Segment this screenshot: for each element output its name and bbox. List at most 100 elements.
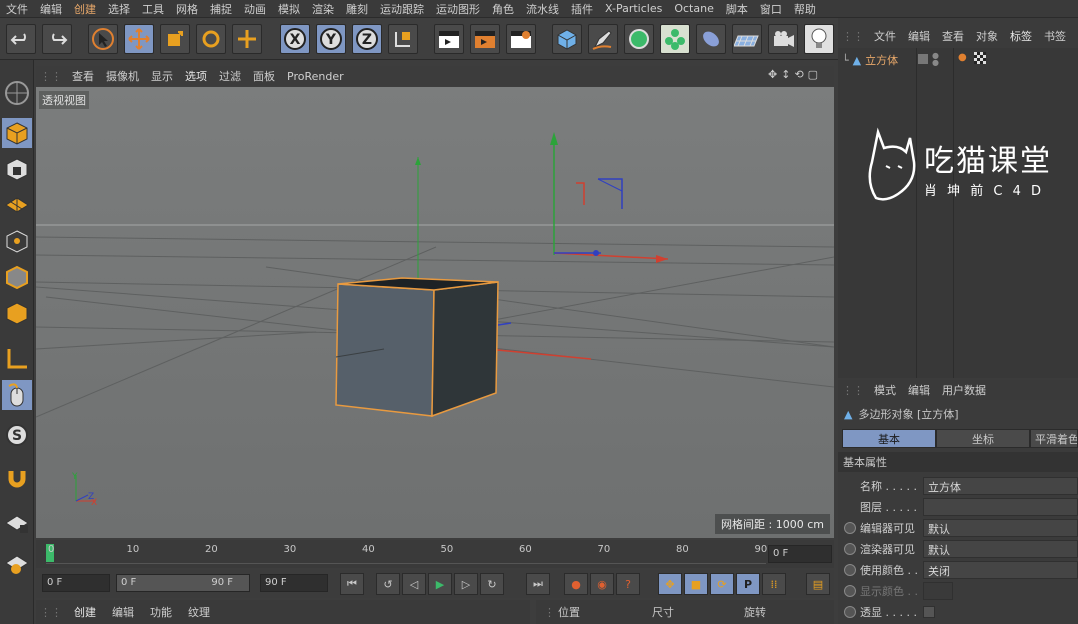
- animate-radio[interactable]: [844, 564, 856, 576]
- transform-tool-button[interactable]: [232, 24, 262, 54]
- deformer-button[interactable]: [696, 24, 726, 54]
- object-menu-item[interactable]: 编辑: [902, 28, 936, 44]
- next-frame-button[interactable]: ▷: [454, 573, 478, 595]
- object-menu-item[interactable]: 文件: [868, 28, 902, 44]
- cube-object-button[interactable]: [552, 24, 582, 54]
- menu-item[interactable]: 运动跟踪: [374, 1, 430, 17]
- animate-radio[interactable]: [844, 522, 856, 534]
- attribute-menu-item[interactable]: 用户数据: [936, 382, 992, 398]
- menu-item[interactable]: 工具: [136, 1, 170, 17]
- rotate-tool-button[interactable]: [196, 24, 226, 54]
- viewport-menu-item[interactable]: 摄像机: [100, 68, 145, 84]
- viewport-menu-item[interactable]: ProRender: [281, 70, 350, 83]
- attribute-menu-item[interactable]: 模式: [868, 382, 902, 398]
- menu-item[interactable]: 捕捉: [204, 1, 238, 17]
- render-region-button[interactable]: [470, 24, 500, 54]
- dolly-icon[interactable]: ↕: [781, 68, 790, 81]
- record-button[interactable]: ●: [564, 573, 588, 595]
- tab-coordinates[interactable]: 坐标: [936, 429, 1030, 448]
- object-menu-item[interactable]: 书签: [1038, 28, 1072, 44]
- workplane-mode-button[interactable]: [2, 190, 32, 220]
- viewport-menu-item[interactable]: 选项: [179, 68, 213, 84]
- object-name[interactable]: 立方体: [865, 52, 898, 68]
- menu-item[interactable]: 动画: [238, 1, 272, 17]
- edge-mode-button[interactable]: [2, 262, 32, 292]
- key-pla-button[interactable]: ⁞⁞: [762, 573, 786, 595]
- polygon-mode-button[interactable]: [2, 298, 32, 328]
- property-value[interactable]: 关闭: [923, 561, 1078, 579]
- key-rotation-button[interactable]: ⟳: [710, 573, 734, 595]
- lock-workplane-button[interactable]: [2, 508, 32, 538]
- z-axis-lock-button[interactable]: Z: [352, 24, 382, 54]
- menu-item[interactable]: 插件: [565, 1, 599, 17]
- material-tag-icon[interactable]: [974, 52, 986, 64]
- floor-object-button[interactable]: [732, 24, 762, 54]
- move-tool-button[interactable]: [124, 24, 154, 54]
- prev-key-button[interactable]: ↺: [376, 573, 400, 595]
- pan-icon[interactable]: ✥: [768, 68, 777, 81]
- menu-item[interactable]: 选择: [102, 1, 136, 17]
- material-menu-item[interactable]: 创建: [66, 604, 104, 620]
- model-mode-button[interactable]: [2, 118, 32, 148]
- tab-phong[interactable]: 平滑着色: [1030, 429, 1078, 448]
- menu-item[interactable]: 网格: [170, 1, 204, 17]
- visibility-dots-icon[interactable]: ● ●: [932, 52, 939, 67]
- goto-end-button[interactable]: ⏭: [526, 573, 550, 595]
- timeline-ruler[interactable]: [46, 544, 766, 564]
- menu-item[interactable]: 创建: [68, 1, 102, 17]
- animate-radio[interactable]: [844, 543, 856, 555]
- next-key-button[interactable]: ↻: [480, 573, 504, 595]
- timeline[interactable]: 0 10 20 30 40 50 60 70 80 90 0 F: [36, 540, 834, 568]
- redo-button[interactable]: [42, 24, 72, 54]
- object-menu-item[interactable]: 查看: [936, 28, 970, 44]
- material-menu-item[interactable]: 编辑: [104, 604, 142, 620]
- menu-item[interactable]: 窗口: [754, 1, 788, 17]
- object-menu-item[interactable]: 对象: [970, 28, 1004, 44]
- menu-item[interactable]: X-Particles: [599, 2, 668, 15]
- workplane-button[interactable]: [2, 78, 32, 108]
- menu-item[interactable]: 雕刻: [340, 1, 374, 17]
- menu-item[interactable]: 编辑: [34, 1, 68, 17]
- goto-start-button[interactable]: ⏮: [340, 573, 364, 595]
- tweak-mode-button[interactable]: [2, 380, 32, 410]
- object-menu-item[interactable]: 标签: [1004, 28, 1038, 44]
- menu-item[interactable]: 帮助: [788, 1, 822, 17]
- perspective-viewport[interactable]: Y X Z 透视视图 网格间距 : 1000 cm: [36, 87, 834, 538]
- render-view-button[interactable]: [434, 24, 464, 54]
- key-position-button[interactable]: ✥: [658, 573, 682, 595]
- rotate-view-icon[interactable]: ⟲: [794, 68, 803, 81]
- coordinate-system-button[interactable]: [388, 24, 418, 54]
- mograph-cloner-button[interactable]: [660, 24, 690, 54]
- prev-frame-button[interactable]: ◁: [402, 573, 426, 595]
- pen-tool-button[interactable]: [588, 24, 618, 54]
- property-value[interactable]: [923, 606, 935, 618]
- snap-button[interactable]: S: [2, 420, 32, 450]
- menu-item[interactable]: 运动图形: [430, 1, 486, 17]
- menu-item[interactable]: Octane: [668, 2, 720, 15]
- render-settings-button[interactable]: [506, 24, 536, 54]
- scale-tool-button[interactable]: [160, 24, 190, 54]
- property-value[interactable]: 立方体: [923, 477, 1078, 495]
- key-parameter-button[interactable]: P: [736, 573, 760, 595]
- undo-button[interactable]: [6, 24, 36, 54]
- material-menu-item[interactable]: 纹理: [180, 604, 218, 620]
- viewport-menu-item[interactable]: 过滤: [213, 68, 247, 84]
- key-scale-button[interactable]: ■: [684, 573, 708, 595]
- keyframe-selection-button[interactable]: ?: [616, 573, 640, 595]
- play-button[interactable]: ▶: [428, 573, 452, 595]
- timeline-window-button[interactable]: ▤: [806, 573, 830, 595]
- menu-item[interactable]: 角色: [486, 1, 520, 17]
- menu-item[interactable]: 渲染: [306, 1, 340, 17]
- y-axis-lock-button[interactable]: Y: [316, 24, 346, 54]
- tab-basic[interactable]: 基本: [842, 429, 936, 448]
- texture-mode-button[interactable]: [2, 154, 32, 184]
- end-frame-field[interactable]: 90 F: [260, 574, 328, 592]
- property-value[interactable]: 默认: [923, 540, 1078, 558]
- preview-range-slider[interactable]: 0 F 90 F: [116, 574, 250, 592]
- magnet-button[interactable]: [2, 464, 32, 494]
- menu-item[interactable]: 模拟: [272, 1, 306, 17]
- phong-tag-icon[interactable]: ●: [958, 52, 967, 63]
- subdivision-button[interactable]: [624, 24, 654, 54]
- light-object-button[interactable]: [804, 24, 834, 54]
- workplane-grid-button[interactable]: [2, 548, 32, 578]
